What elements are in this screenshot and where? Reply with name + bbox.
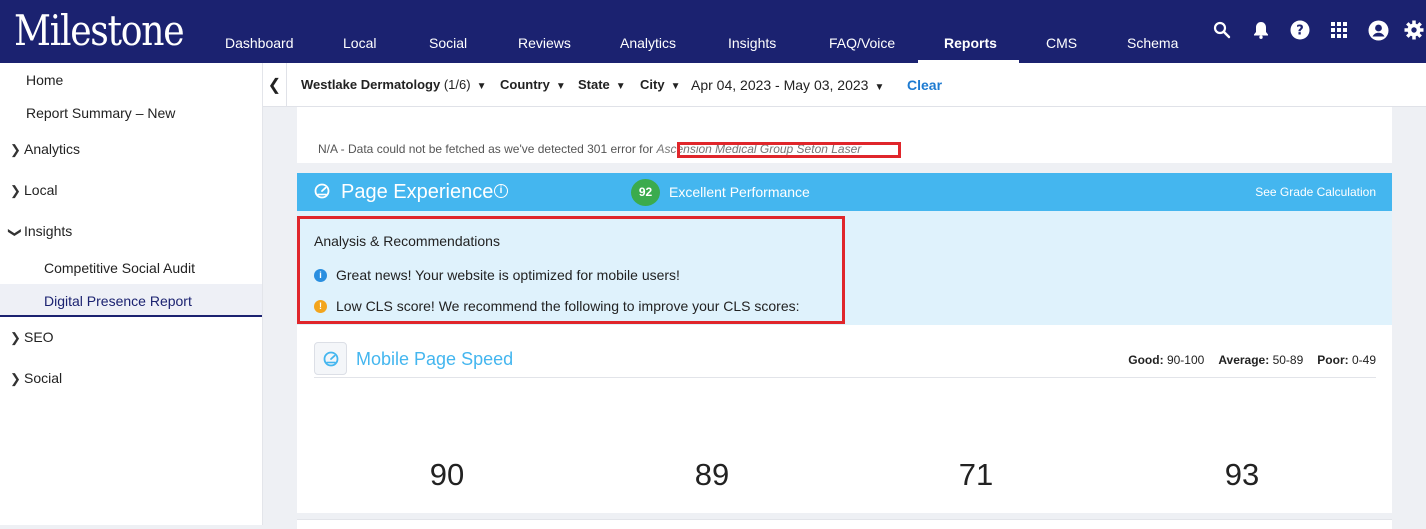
caret-down-icon: ▼	[555, 81, 566, 92]
chevron-left-icon: ❮	[267, 77, 282, 94]
sidebar-item-label: Insights	[24, 223, 73, 239]
clear-filters-button[interactable]: Clear	[907, 77, 942, 93]
top-navigation-bar: Milestone Dashboard Local Social Reviews…	[0, 0, 1426, 63]
help-icon[interactable]: ?	[1289, 19, 1311, 41]
state-filter-label: State	[578, 77, 610, 92]
performance-label: Excellent Performance	[669, 184, 810, 200]
bell-icon[interactable]	[1250, 19, 1272, 41]
nav-analytics[interactable]: Analytics	[620, 35, 676, 51]
sidebar-item-social[interactable]: ❯ Social	[0, 370, 262, 387]
sidebar-item-local[interactable]: ❯ Local	[0, 182, 262, 199]
notice-text: N/A - Data could not be fetched as we've…	[318, 142, 657, 156]
sidebar-item-seo[interactable]: ❯ SEO	[0, 329, 262, 346]
state-filter[interactable]: State ▼	[578, 77, 626, 92]
nav-social[interactable]: Social	[429, 35, 467, 51]
caret-down-icon: ▼	[476, 81, 487, 92]
chevron-right-icon: ❯	[10, 183, 21, 198]
chevron-right-icon: ❯	[10, 142, 21, 157]
nav-cms[interactable]: CMS	[1046, 35, 1077, 51]
speed-score: 71	[958, 457, 994, 492]
see-grade-calculation-link[interactable]: See Grade Calculation	[1255, 185, 1376, 199]
location-count: (1/6)	[443, 77, 471, 92]
collapse-sidebar-button[interactable]: ❮	[263, 63, 287, 107]
nav-reviews[interactable]: Reviews	[518, 35, 571, 51]
apps-grid-icon[interactable]	[1328, 19, 1350, 41]
legend-good-label: Good:	[1128, 353, 1164, 367]
sidebar-item-label: Social	[24, 370, 63, 386]
nav-local[interactable]: Local	[343, 35, 376, 51]
sidebar-item-digital-presence-report[interactable]: Digital Presence Report	[0, 293, 262, 309]
score-legend: Good: 90-100 Average: 50-89 Poor: 0-49	[1128, 353, 1376, 367]
nav-faq-voice[interactable]: FAQ/Voice	[829, 35, 895, 51]
speed-score: 89	[694, 457, 730, 492]
speed-score: 93	[1224, 457, 1260, 492]
next-section-card	[297, 519, 1392, 529]
chevron-down-icon: ❯	[8, 227, 23, 238]
sidebar-item-competitive-social-audit[interactable]: Competitive Social Audit	[0, 260, 262, 276]
sidebar: Home Report Summary – New ❯ Analytics ❯ Lo…	[0, 63, 263, 525]
sidebar-item-label: SEO	[24, 329, 54, 345]
mobile-page-speed-card: Mobile Page Speed Good: 90-100 Average: 5…	[297, 325, 1392, 513]
country-filter-label: Country	[500, 77, 550, 92]
page-experience-title: Page Experience	[341, 181, 494, 203]
sidebar-item-analytics[interactable]: ❯ Analytics	[0, 141, 262, 158]
nav-reports[interactable]: Reports	[944, 35, 997, 51]
nav-insights[interactable]: Insights	[728, 35, 776, 51]
chevron-right-icon: ❯	[10, 371, 21, 386]
highlight-annotation-site	[677, 142, 901, 158]
city-filter-label: City	[640, 77, 665, 92]
legend-average-label: Average:	[1218, 353, 1270, 367]
location-filter[interactable]: Westlake Dermatology (1/6) ▼	[301, 77, 486, 92]
account-icon[interactable]	[1367, 19, 1389, 41]
gear-icon[interactable]	[1404, 19, 1426, 41]
highlight-annotation-analysis	[297, 216, 845, 324]
mobile-page-speed-title: Mobile Page Speed	[356, 349, 514, 369]
legend-average-range: 50-89	[1272, 353, 1304, 367]
city-filter[interactable]: City ▼	[640, 77, 680, 92]
sidebar-item-home[interactable]: Home	[0, 72, 262, 88]
search-icon[interactable]	[1211, 19, 1233, 41]
page-experience-header: Page Experience i 92 Excellent Performan…	[297, 173, 1392, 211]
legend-good-range: 90-100	[1166, 353, 1205, 367]
svg-text:?: ?	[1296, 24, 1304, 39]
sidebar-item-label: Local	[24, 182, 58, 198]
milestone-logo[interactable]: Milestone	[14, 6, 185, 55]
caret-down-icon: ▼	[615, 81, 626, 92]
divider	[314, 377, 1376, 378]
speed-score: 90	[429, 457, 465, 492]
legend-poor-label: Poor:	[1317, 353, 1349, 367]
caret-down-icon: ▼	[670, 81, 681, 92]
sidebar-item-label: Analytics	[24, 141, 81, 157]
date-range-label: Apr 04, 2023 - May 03, 2023	[691, 77, 869, 93]
speedometer-icon	[314, 183, 330, 204]
legend-poor-range: 0-49	[1351, 353, 1376, 367]
caret-down-icon: ▼	[874, 82, 885, 93]
nav-schema[interactable]: Schema	[1127, 35, 1178, 51]
filter-bar: ❮ Westlake Dermatology (1/6) ▼ Country ▼ S…	[263, 63, 1426, 107]
date-range-filter[interactable]: Apr 04, 2023 - May 03, 2023 ▼	[691, 77, 884, 93]
sidebar-item-report-summary[interactable]: Report Summary – New	[0, 105, 262, 121]
page-experience-score-badge: 92	[631, 179, 660, 206]
chevron-right-icon: ❯	[10, 330, 21, 345]
nav-dashboard[interactable]: Dashboard	[225, 35, 294, 51]
info-icon[interactable]: i	[494, 184, 508, 198]
speedometer-icon	[314, 342, 347, 375]
sidebar-item-insights[interactable]: ❯Insights	[0, 223, 262, 240]
country-filter[interactable]: Country ▼	[500, 77, 566, 92]
location-name: Westlake Dermatology	[301, 77, 441, 92]
